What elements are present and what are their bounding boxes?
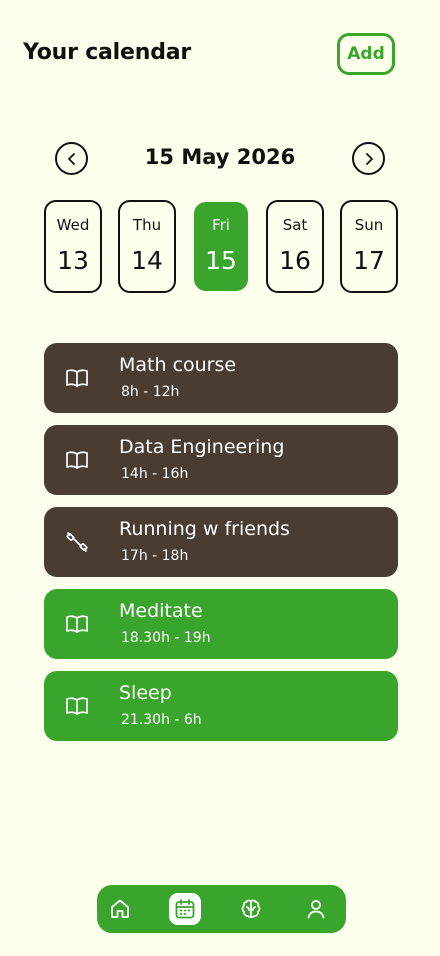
calendar-icon: [175, 899, 195, 919]
event-title: Running w friends: [119, 518, 290, 540]
day-thu[interactable]: Thu 14: [118, 200, 176, 293]
day-name: Thu: [132, 216, 162, 234]
tab-mind[interactable]: [235, 893, 267, 925]
day-selector: Wed 13 Thu 14 Fri 15 Sat 16 Sun 17: [44, 200, 398, 293]
event-title: Data Engineering: [119, 436, 285, 458]
next-date-button[interactable]: [352, 142, 385, 175]
dumbbell-icon: [66, 532, 88, 552]
calendar-screen: Your calendar Add 15 May 2026 Wed 13 Thu…: [0, 0, 440, 956]
book-icon: [66, 451, 88, 469]
event-card[interactable]: Running w friends 17h - 18h: [44, 507, 398, 577]
book-icon: [66, 369, 88, 387]
event-title: Sleep: [119, 682, 172, 704]
book-icon: [66, 615, 88, 633]
event-card[interactable]: Meditate 18.30h - 19h: [44, 589, 398, 659]
event-card[interactable]: Sleep 21.30h - 6h: [44, 671, 398, 741]
day-sat[interactable]: Sat 16: [266, 200, 324, 293]
event-time: 21.30h - 6h: [121, 712, 202, 728]
brain-icon: [241, 899, 261, 919]
event-time: 8h - 12h: [121, 384, 180, 400]
day-number: 14: [131, 246, 163, 275]
page-title: Your calendar: [23, 40, 192, 65]
add-button[interactable]: Add: [337, 33, 395, 75]
home-icon: [111, 899, 129, 918]
day-number: 16: [279, 246, 311, 275]
day-name: Wed: [56, 216, 90, 234]
day-name: Sun: [354, 216, 384, 234]
day-number: 17: [353, 246, 385, 275]
event-title: Math course: [119, 354, 237, 376]
event-time: 17h - 18h: [121, 548, 189, 564]
tab-calendar[interactable]: [169, 893, 201, 925]
day-number: 13: [57, 246, 89, 275]
event-time: 18.30h - 19h: [121, 630, 211, 646]
event-title: Meditate: [119, 600, 203, 622]
chevron-right-icon: [365, 152, 373, 165]
day-name: Fri: [212, 216, 230, 234]
day-number: 15: [205, 246, 237, 275]
tab-profile[interactable]: [300, 893, 332, 925]
tab-home[interactable]: [104, 893, 136, 925]
event-card[interactable]: Data Engineering 14h - 16h: [44, 425, 398, 495]
bottom-nav: [97, 885, 346, 933]
event-time: 14h - 16h: [121, 466, 189, 482]
event-card[interactable]: Math course 8h - 12h: [44, 343, 398, 413]
day-sun[interactable]: Sun 17: [340, 200, 398, 293]
day-fri[interactable]: Fri 15: [194, 202, 248, 291]
book-icon: [66, 697, 88, 715]
day-wed[interactable]: Wed 13: [44, 200, 102, 293]
user-icon: [307, 900, 325, 919]
day-name: Sat: [282, 216, 308, 234]
